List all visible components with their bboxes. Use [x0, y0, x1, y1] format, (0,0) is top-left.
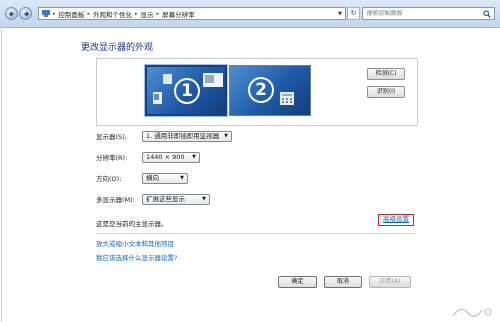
breadcrumb-separator: ▸ [135, 10, 138, 17]
detect-button[interactable]: 检测(C) [367, 68, 405, 80]
breadcrumb-appearance[interactable]: 外观和个性化 [93, 9, 132, 19]
search-icon[interactable] [483, 10, 491, 18]
control-panel-icon [42, 10, 50, 17]
multi-display-label: 多显示器(M): [96, 196, 135, 204]
resolution-value: 1440 × 900 [146, 152, 185, 161]
identify-button[interactable]: 识别(I) [367, 86, 405, 98]
desktop-thumbnail-icon [153, 74, 172, 104]
chevron-down-icon: ▼ [202, 195, 206, 202]
display-arrangement-panel: 1 2 检测(C) 识别(I) [96, 58, 418, 126]
text-size-link[interactable]: 放大或缩小文本和其他项目 [96, 238, 174, 248]
breadcrumb-screen-resolution[interactable]: 屏幕分辨率 [162, 9, 195, 19]
breadcrumb-separator: ▸ [156, 10, 160, 17]
display-setting-row: 显示器(S): 1. 通用非即插即用监视器 ▼ [96, 130, 232, 142]
search-box[interactable] [362, 7, 495, 20]
monitor-2[interactable]: 2 [229, 65, 311, 116]
resolution-label: 分辨率(R): [96, 154, 128, 162]
dialog-button-bar: 确定 取消 应用(A) [0, 266, 500, 322]
arrow-right-icon [24, 11, 29, 17]
monitor-1-number: 1 [174, 78, 200, 104]
breadcrumb-display[interactable]: 显示 [141, 9, 154, 19]
watermark-logo-icon [452, 308, 492, 317]
breadcrumb-separator: ▸ [53, 10, 56, 17]
search-input[interactable] [363, 8, 481, 19]
multi-display-select[interactable]: 扩展这些显示 ▼ [142, 193, 210, 205]
advanced-settings-link[interactable]: 高级设置 [378, 214, 414, 226]
back-button[interactable] [5, 7, 18, 20]
display-value: 1. 通用非即插即用监视器 [146, 131, 220, 140]
display-label: 显示器(S): [96, 133, 127, 141]
display-select[interactable]: 1. 通用非即插即用监视器 ▼ [142, 130, 232, 142]
window-thumbnail-icon [203, 73, 223, 87]
divider [96, 233, 416, 234]
refresh-button[interactable]: ↻ [347, 7, 360, 20]
chevron-down-icon: ▼ [192, 153, 196, 160]
calculator-thumbnail-icon [280, 92, 294, 105]
cancel-button[interactable]: 取消 [324, 276, 362, 288]
apply-button[interactable]: 应用(A) [369, 276, 411, 288]
resolution-setting-row: 分辨率(R): 1440 × 900 ▼ [96, 151, 200, 163]
orientation-setting-row: 方向(O): 横向 ▼ [96, 172, 188, 184]
address-bar[interactable]: ▸ 控制面板 ▸ 外观和个性化 ▸ 显示 ▸ 屏幕分辨率 ▼ [38, 7, 346, 20]
page-title: 更改显示器的外观 [81, 43, 154, 53]
arrow-left-icon [9, 11, 14, 17]
orientation-label: 方向(O): [96, 175, 122, 183]
monitor-2-number: 2 [248, 77, 274, 103]
breadcrumb-separator: ▸ [87, 10, 91, 17]
orientation-select[interactable]: 横向 ▼ [142, 172, 188, 184]
resolution-select[interactable]: 1440 × 900 ▼ [142, 151, 200, 163]
monitor-1[interactable]: 1 [145, 65, 227, 116]
forward-button[interactable] [19, 7, 32, 20]
ok-button[interactable]: 确定 [278, 276, 317, 288]
which-settings-link[interactable]: 我应该选择什么显示器设置? [96, 252, 177, 262]
orientation-value: 横向 [146, 173, 159, 182]
primary-display-note: 这是您当前的主显示器。 [96, 220, 168, 228]
multi-display-value: 扩展这些显示 [146, 194, 185, 203]
chevron-down-icon[interactable]: ▼ [338, 11, 342, 17]
breadcrumb-control-panel[interactable]: 控制面板 [59, 9, 85, 19]
refresh-icon: ↻ [350, 9, 357, 17]
address-toolbar: ▸ 控制面板 ▸ 外观和个性化 ▸ 显示 ▸ 屏幕分辨率 ▼ ↻ [0, 0, 500, 28]
multi-display-setting-row: 多显示器(M): 扩展这些显示 ▼ [96, 193, 210, 205]
chevron-down-icon: ▼ [224, 132, 228, 139]
chevron-down-icon: ▼ [180, 174, 184, 181]
